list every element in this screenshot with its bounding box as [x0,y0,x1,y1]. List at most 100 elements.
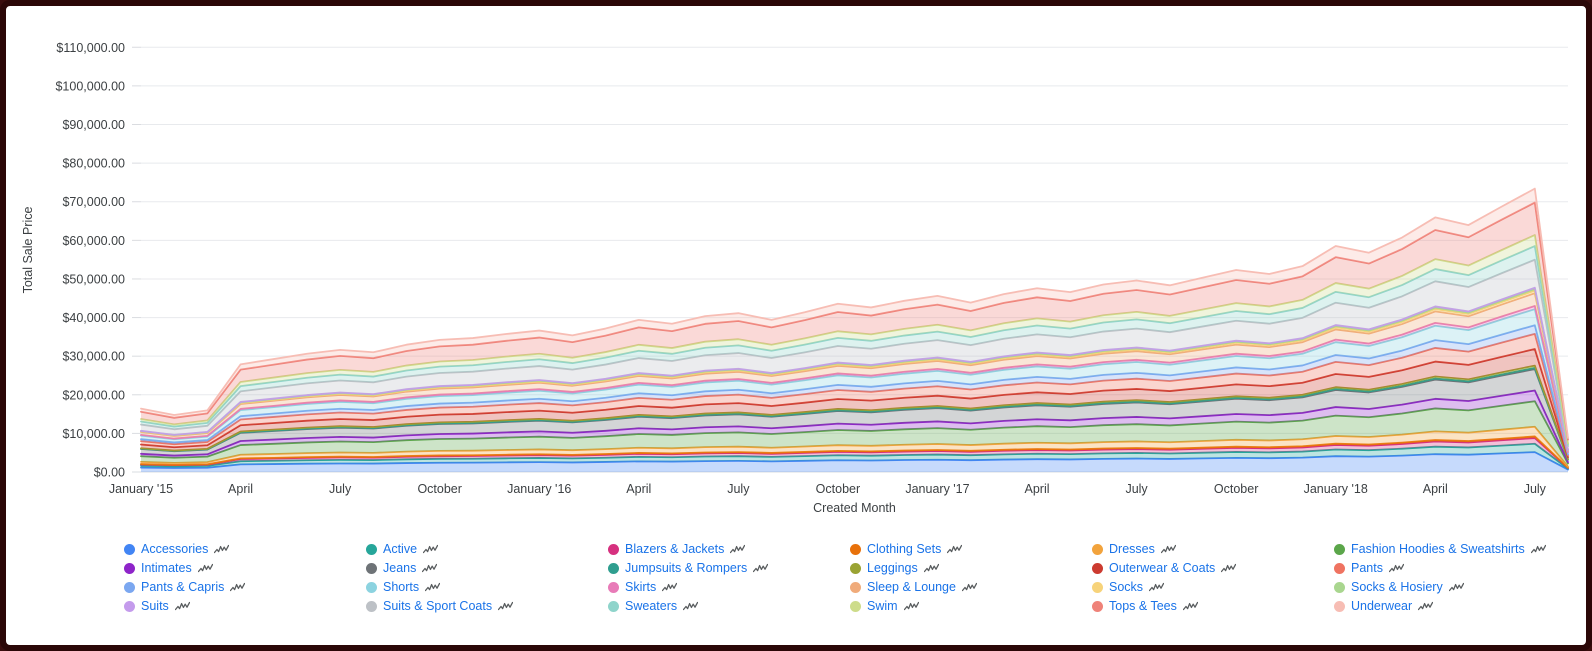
legend-item-label: Blazers & Jackets [625,542,725,556]
sparkline-drill-icon[interactable] [730,544,746,555]
legend-item-label: Socks [1109,580,1144,594]
sparkline-drill-icon[interactable] [1182,601,1198,612]
x-axis-tick-label: July [1125,482,1148,496]
y-axis-tick-label: $90,000.00 [62,118,125,132]
stacked-area-chart-svg[interactable]: $0.00 $10,000.00 $20,000.00 $30,000.00 $40,0… [6,6,1586,534]
legend-item-socks-hosiery[interactable]: Socks & Hosiery [1334,578,1576,597]
legend-item-suits[interactable]: Suits [124,597,366,616]
x-axis-tick-label: January '18 [1304,482,1368,496]
legend-color-dot [850,544,861,555]
sparkline-drill-icon[interactable] [230,582,246,593]
sparkline-drill-icon[interactable] [1149,582,1165,593]
legend-item-label: Underwear [1351,599,1413,613]
sparkline-drill-icon[interactable] [498,601,514,612]
legend-color-dot [1092,582,1103,593]
legend-item-label: Socks & Hosiery [1351,580,1443,594]
legend-item-clothing-sets[interactable]: Clothing Sets [850,540,1092,559]
legend-item-intimates[interactable]: Intimates [124,559,366,578]
chart-legend[interactable]: Accessories Intimates Pants & Capris Suits A… [6,534,1586,645]
legend-color-dot [608,601,619,612]
legend-color-dot [608,563,619,574]
y-axis-tick-label: $30,000.00 [62,350,125,364]
sparkline-drill-icon[interactable] [1448,582,1464,593]
sparkline-drill-icon[interactable] [174,601,190,612]
x-axis-tick-label: January '15 [109,482,173,496]
legend-item-label: Swim [867,599,898,613]
y-axis-tick-label: $40,000.00 [62,311,125,325]
sparkline-drill-icon[interactable] [753,563,769,574]
legend-color-dot [608,544,619,555]
legend-item-skirts[interactable]: Skirts [608,578,850,597]
y-axis-tick-label: $20,000.00 [62,388,125,402]
legend-item-suits-sport-coats[interactable]: Suits & Sport Coats [366,597,608,616]
legend-color-dot [1092,601,1103,612]
y-axis-tick-label: $70,000.00 [62,195,125,209]
legend-color-dot [366,544,377,555]
legend-item-blazers-jackets[interactable]: Blazers & Jackets [608,540,850,559]
legend-item-pants-capris[interactable]: Pants & Capris [124,578,366,597]
sparkline-drill-icon[interactable] [214,544,230,555]
sparkline-drill-icon[interactable] [422,563,438,574]
x-axis-tick-label: October [1214,482,1258,496]
sparkline-drill-icon[interactable] [683,601,699,612]
sparkline-drill-icon[interactable] [903,601,919,612]
sparkline-drill-icon[interactable] [425,582,441,593]
sparkline-drill-icon[interactable] [1418,601,1434,612]
sparkline-drill-icon[interactable] [947,544,963,555]
legend-color-dot [1334,582,1345,593]
legend-color-dot [1334,563,1345,574]
legend-color-dot [366,601,377,612]
legend-color-dot [850,601,861,612]
legend-color-dot [124,544,135,555]
legend-item-jeans[interactable]: Jeans [366,559,608,578]
y-axis-tick-label: $80,000.00 [62,157,125,171]
sparkline-drill-icon[interactable] [1388,563,1404,574]
legend-item-label: Accessories [141,542,209,556]
legend-item-outerwear-coats[interactable]: Outerwear & Coats [1092,559,1334,578]
sparkline-drill-icon[interactable] [662,582,678,593]
legend-item-label: Shorts [383,580,420,594]
y-axis-tick-label: $50,000.00 [62,272,125,286]
sparkline-drill-icon[interactable] [961,582,977,593]
sparkline-drill-icon[interactable] [923,563,939,574]
legend-item-socks[interactable]: Socks [1092,578,1334,597]
x-axis-tick-label: April [1025,482,1050,496]
legend-item-swim[interactable]: Swim [850,597,1092,616]
legend-color-dot [366,582,377,593]
x-axis-tick-label: April [1423,482,1448,496]
x-axis-tick-label: April [228,482,253,496]
x-axis-tick-label: July [1524,482,1547,496]
y-axis-title: Total Sale Price [21,207,35,294]
legend-item-dresses[interactable]: Dresses [1092,540,1334,559]
y-axis-tick-label: $10,000.00 [62,427,125,441]
legend-item-label: Sleep & Lounge [867,580,956,594]
legend-item-jumpsuits-rompers[interactable]: Jumpsuits & Rompers [608,559,850,578]
legend-item-sleep-lounge[interactable]: Sleep & Lounge [850,578,1092,597]
legend-color-dot [1334,544,1345,555]
legend-item-label: Pants & Capris [141,580,225,594]
legend-item-tops-tees[interactable]: Tops & Tees [1092,597,1334,616]
legend-item-fashion-hoodies-sweatshirts[interactable]: Fashion Hoodies & Sweatshirts [1334,540,1576,559]
legend-item-accessories[interactable]: Accessories [124,540,366,559]
x-axis-tick-label: January '16 [507,482,571,496]
legend-item-active[interactable]: Active [366,540,608,559]
sparkline-drill-icon[interactable] [1530,544,1546,555]
legend-item-sweaters[interactable]: Sweaters [608,597,850,616]
legend-color-dot [850,582,861,593]
chart-window: $0.00 $10,000.00 $20,000.00 $30,000.00 $40,0… [0,0,1592,651]
x-axis-tick-label: April [626,482,651,496]
legend-item-pants[interactable]: Pants [1334,559,1576,578]
legend-item-leggings[interactable]: Leggings [850,559,1092,578]
sparkline-drill-icon[interactable] [423,544,439,555]
sparkline-drill-icon[interactable] [1221,563,1237,574]
legend-item-label: Suits [141,599,169,613]
y-axis-tick-label: $100,000.00 [55,79,125,93]
chart-plot-area[interactable]: $0.00 $10,000.00 $20,000.00 $30,000.00 $40,0… [6,6,1586,534]
legend-item-underwear[interactable]: Underwear [1334,597,1576,616]
sparkline-drill-icon[interactable] [1160,544,1176,555]
legend-item-label: Outerwear & Coats [1109,561,1216,575]
y-axis-tick-label: $60,000.00 [62,234,125,248]
legend-item-shorts[interactable]: Shorts [366,578,608,597]
sparkline-drill-icon[interactable] [197,563,213,574]
legend-item-label: Skirts [625,580,657,594]
